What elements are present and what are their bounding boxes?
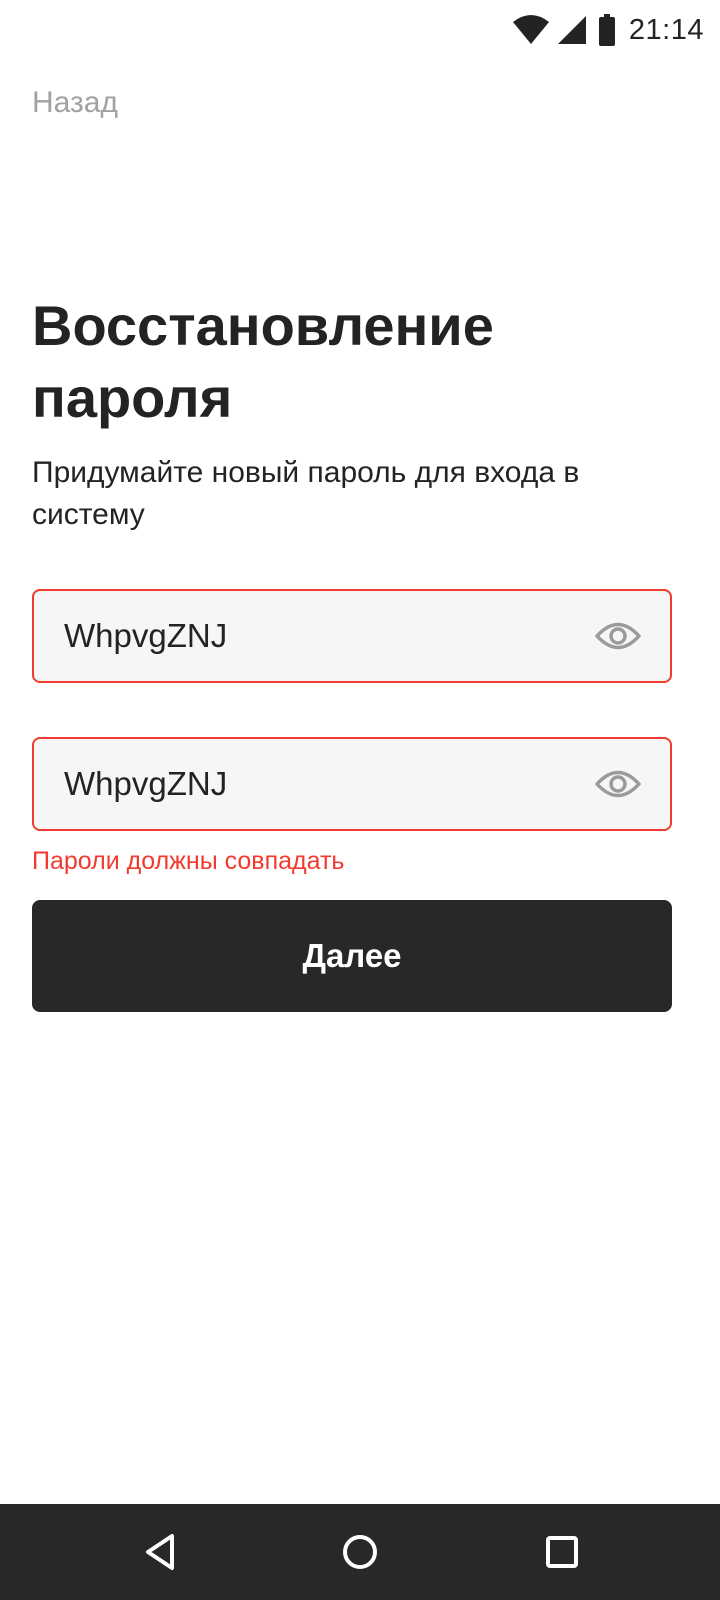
eye-icon[interactable] — [594, 763, 642, 805]
status-icons: 21:14 — [512, 12, 704, 48]
back-link[interactable]: Назад — [32, 86, 118, 120]
system-nav-bar — [0, 1504, 720, 1600]
recents-square-icon[interactable] — [534, 1524, 590, 1580]
battery-icon — [598, 14, 615, 46]
page-title-line2: пароля — [32, 366, 233, 429]
status-time: 21:14 — [628, 13, 704, 46]
page-subtitle: Придумайте новый пароль для входа в сист… — [32, 452, 672, 536]
home-circle-icon[interactable] — [332, 1524, 388, 1580]
new-password-value[interactable]: WhpvgZNJ — [64, 591, 227, 681]
confirm-password-field[interactable]: WhpvgZNJ — [32, 737, 672, 831]
page-title-line1: Восстановление — [32, 294, 494, 357]
page-subtitle-line1: Придумайте новый пароль для входа в — [32, 456, 580, 489]
page-subtitle-line2: систему — [32, 498, 145, 531]
page-title: Восстановление пароля — [32, 290, 692, 434]
wifi-icon — [512, 15, 549, 45]
password-mismatch-error: Пароли должны совпадать — [32, 847, 345, 875]
status-bar: 21:14 — [0, 0, 720, 60]
back-triangle-icon[interactable] — [132, 1524, 188, 1580]
cell-signal-icon — [557, 15, 587, 45]
next-button[interactable]: Далее — [32, 900, 672, 1012]
new-password-field[interactable]: WhpvgZNJ — [32, 589, 672, 683]
confirm-password-value[interactable]: WhpvgZNJ — [64, 739, 227, 829]
eye-icon[interactable] — [594, 615, 642, 657]
